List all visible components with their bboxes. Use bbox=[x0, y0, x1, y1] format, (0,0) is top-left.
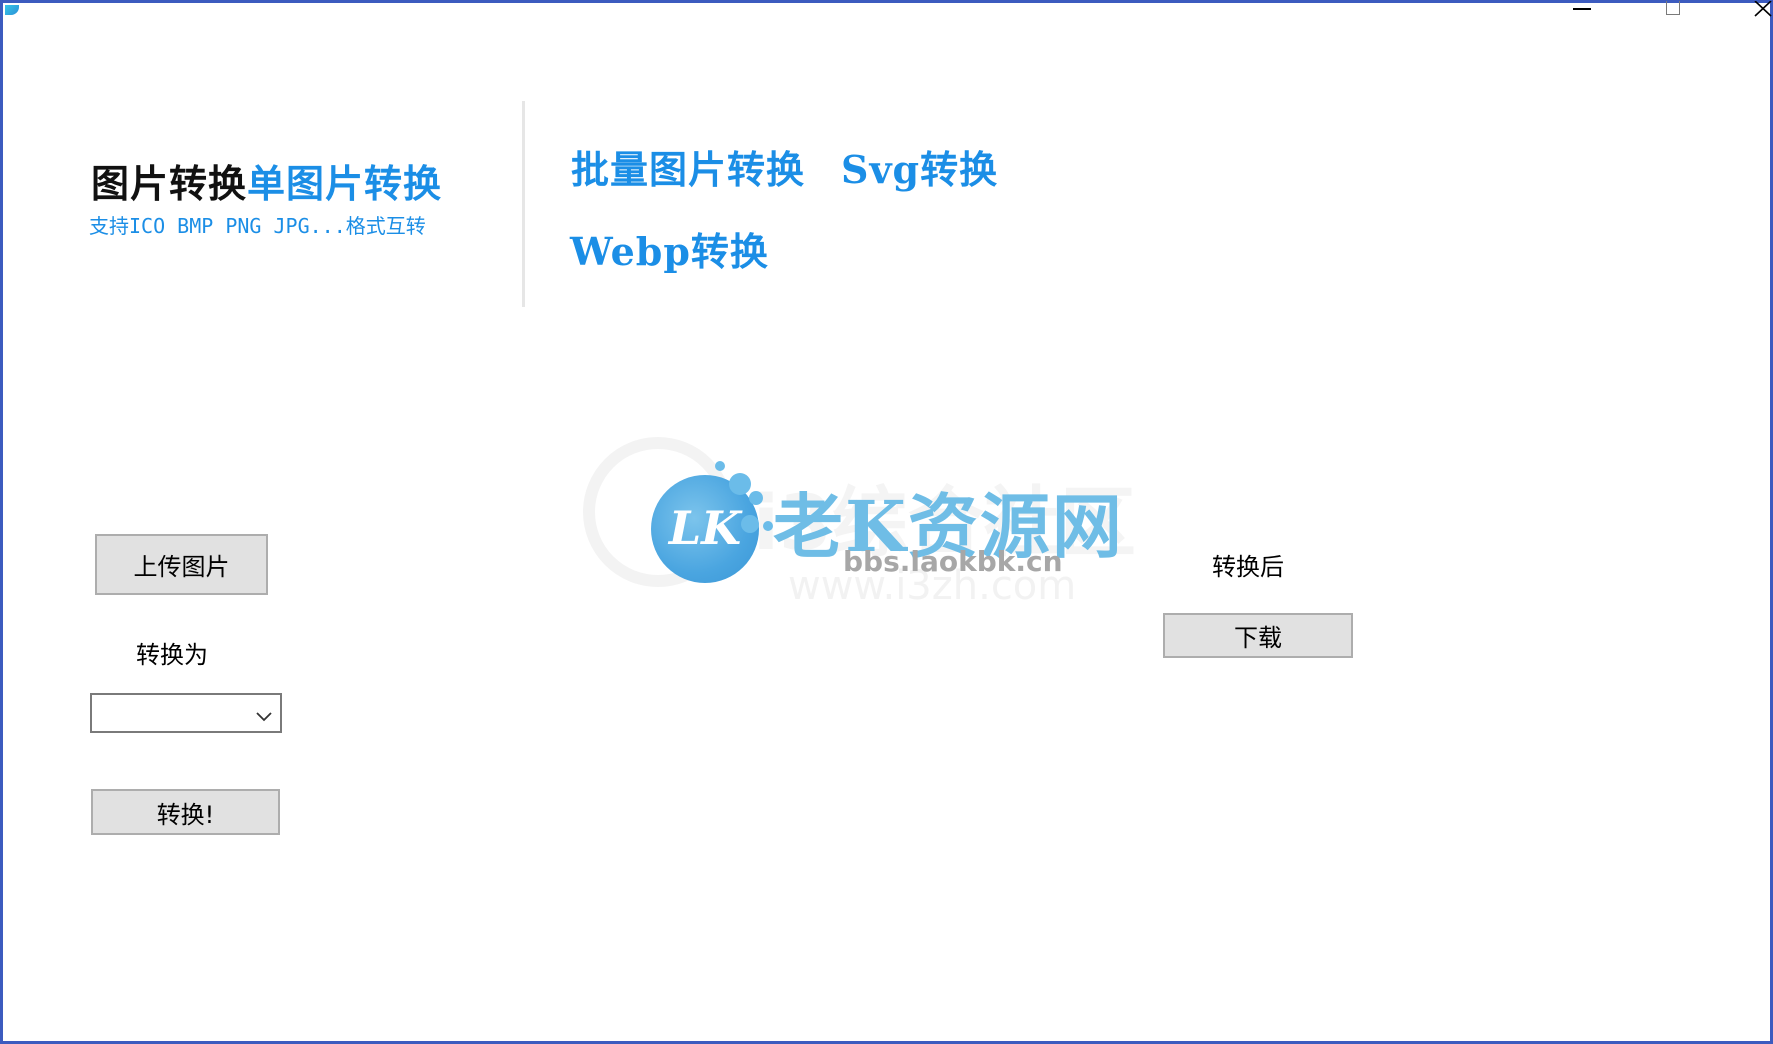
format-select[interactable] bbox=[90, 693, 282, 733]
watermark-brand: 老K资源网 bbox=[773, 485, 1124, 568]
svg-convert-link[interactable]: Svg转换 bbox=[841, 139, 998, 194]
maximize-icon[interactable] bbox=[1653, 1, 1693, 21]
webp-convert-link[interactable]: Webp转换 bbox=[570, 221, 769, 276]
watermark-ghost-text: i3综合社区 bbox=[753, 478, 1136, 567]
app-icon bbox=[5, 5, 19, 15]
minimize-icon[interactable] bbox=[1560, 1, 1600, 21]
chevron-down-icon bbox=[256, 707, 272, 726]
watermark-ghost-url: www.i3zh.com bbox=[788, 563, 1077, 609]
convert-button[interactable]: 转换! bbox=[91, 789, 280, 835]
watermark-logo-text: LK bbox=[668, 501, 742, 555]
app-window: 图片转换单图片转换 支持ICO BMP PNG JPG...格式互转 批量图片转… bbox=[0, 0, 1773, 1044]
watermark-logo: LK bbox=[651, 475, 759, 583]
convert-to-label: 转换为 bbox=[136, 641, 208, 669]
batch-convert-link[interactable]: 批量图片转换 bbox=[571, 139, 805, 194]
watermark-url: bbs.laokbk.cn bbox=[843, 545, 1063, 578]
upload-image-button[interactable]: 上传图片 bbox=[95, 534, 268, 595]
watermark-ghost-ring bbox=[583, 437, 733, 587]
format-support-subtitle: 支持ICO BMP PNG JPG...格式互转 bbox=[89, 214, 426, 238]
watermark: i3综合社区 www.i3zh.com LK 老K资源网 bbs.laokbk.… bbox=[583, 433, 1183, 613]
app-title: 图片转换 bbox=[91, 161, 248, 206]
header-divider bbox=[522, 101, 525, 307]
download-button[interactable]: 下载 bbox=[1163, 613, 1353, 658]
single-image-convert-link[interactable]: 单图片转换 bbox=[247, 161, 442, 206]
close-icon[interactable] bbox=[1743, 1, 1773, 21]
page-title: 图片转换单图片转换 bbox=[91, 153, 442, 208]
converted-label: 转换后 bbox=[1212, 553, 1284, 581]
